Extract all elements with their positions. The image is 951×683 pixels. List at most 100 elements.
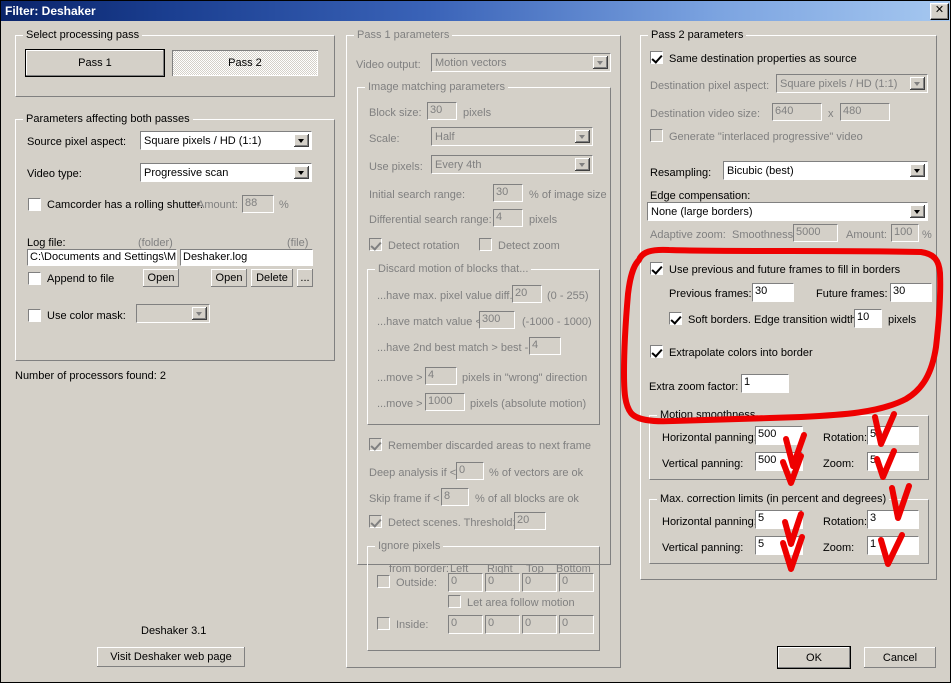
smoothness-input[interactable]: 5000 xyxy=(793,224,838,242)
adaptive-zoom-label: Adaptive zoom: xyxy=(650,229,726,241)
destination-width-input[interactable]: 640 xyxy=(772,103,822,121)
use-previous-future-frames-checkbox[interactable] xyxy=(650,262,663,275)
destination-pixel-aspect-combo[interactable]: Square pixels / HD (1:1) xyxy=(776,74,928,93)
rolling-shutter-amount-input[interactable]: 88 xyxy=(242,195,274,213)
soft-borders-checkbox[interactable] xyxy=(669,312,682,325)
previous-frames-input[interactable]: 30 xyxy=(752,283,794,302)
ignore-inside-bottom-input[interactable]: 0 xyxy=(559,615,594,634)
chevron-down-icon[interactable] xyxy=(910,205,925,218)
extra-zoom-factor-label: Extra zoom factor: xyxy=(649,381,739,393)
destination-height-input[interactable]: 480 xyxy=(840,103,890,121)
max-vertical-input[interactable]: 5 xyxy=(755,536,803,555)
max-pixel-diff-input[interactable]: 20 xyxy=(512,285,542,303)
ignore-outside-checkbox[interactable] xyxy=(377,575,390,588)
motion-horizontal-input[interactable]: 500 xyxy=(755,426,803,445)
future-frames-label: Future frames: xyxy=(816,288,888,300)
destination-pixel-aspect-value: Square pixels / HD (1:1) xyxy=(780,78,898,90)
motion-vertical-input[interactable]: 500 xyxy=(755,452,803,471)
same-destination-checkbox[interactable] xyxy=(650,51,663,64)
match-value-input[interactable]: 300 xyxy=(479,311,515,329)
soft-borders-width-input[interactable]: 10 xyxy=(854,309,882,328)
smoothness-label: Smoothness: xyxy=(732,229,797,241)
video-type-combo[interactable]: Progressive scan xyxy=(140,163,312,182)
detect-scenes-label: Detect scenes. Threshold: xyxy=(388,517,516,529)
chevron-down-icon[interactable] xyxy=(294,166,309,179)
same-destination-label: Same destination properties as source xyxy=(669,53,857,65)
visit-web-page-button[interactable]: Visit Deshaker web page xyxy=(96,646,246,668)
chevron-down-icon[interactable] xyxy=(192,307,207,320)
chevron-down-icon[interactable] xyxy=(294,134,309,147)
ignore-inside-checkbox[interactable] xyxy=(377,617,390,630)
chevron-down-icon[interactable] xyxy=(575,158,590,171)
ignore-outside-left-input[interactable]: 0 xyxy=(448,573,483,592)
pass-1-button[interactable]: Pass 1 xyxy=(25,49,165,77)
max-pixel-diff-range: (0 - 255) xyxy=(547,290,589,302)
future-frames-input[interactable]: 30 xyxy=(890,283,932,302)
color-mask-combo[interactable] xyxy=(136,304,210,323)
max-zoom-input[interactable]: 1 xyxy=(867,536,919,555)
max-rotation-input[interactable]: 3 xyxy=(867,510,919,529)
open-file-button[interactable]: Open xyxy=(210,268,248,288)
log-folder-input[interactable]: C:\Documents and Settings\M xyxy=(27,249,177,266)
use-color-mask-checkbox[interactable] xyxy=(28,309,41,322)
chevron-down-icon[interactable] xyxy=(910,77,925,90)
extrapolate-colors-checkbox[interactable] xyxy=(650,345,663,358)
ignore-outside-bottom-input[interactable]: 0 xyxy=(559,573,594,592)
pass-2-button[interactable]: Pass 2 xyxy=(171,49,319,77)
deep-analysis-input[interactable]: 0 xyxy=(456,462,484,480)
delete-file-button[interactable]: Delete xyxy=(250,268,294,288)
move-absolute-input[interactable]: 1000 xyxy=(425,393,465,411)
source-pixel-aspect-combo[interactable]: Square pixels / HD (1:1) xyxy=(140,131,312,150)
max-horizontal-input[interactable]: 5 xyxy=(755,510,803,529)
motion-zoom-input[interactable]: 5 xyxy=(867,452,919,471)
rolling-shutter-checkbox[interactable] xyxy=(28,198,41,211)
use-pixels-combo[interactable]: Every 4th xyxy=(431,155,593,174)
detect-scenes-checkbox[interactable] xyxy=(369,515,382,528)
scale-combo[interactable]: Half xyxy=(431,127,593,146)
scale-value: Half xyxy=(435,131,455,143)
detect-rotation-checkbox[interactable] xyxy=(369,238,382,251)
ignore-outside-top-input[interactable]: 0 xyxy=(522,573,557,592)
browse-file-button[interactable]: ... xyxy=(296,268,314,288)
edge-compensation-combo[interactable]: None (large borders) xyxy=(647,202,928,221)
open-folder-button[interactable]: Open xyxy=(142,268,180,288)
interlaced-progressive-checkbox[interactable] xyxy=(650,129,663,142)
move-wrong-input[interactable]: 4 xyxy=(425,367,457,385)
ignore-inside-top-input[interactable]: 0 xyxy=(522,615,557,634)
skip-frame-input[interactable]: 8 xyxy=(441,488,469,506)
ignore-outside-right-input[interactable]: 0 xyxy=(485,573,520,592)
pass2-legend: Pass 2 parameters xyxy=(648,30,747,41)
second-best-match-input[interactable]: 4 xyxy=(529,337,561,355)
differential-search-range-input[interactable]: 4 xyxy=(493,209,523,227)
detect-zoom-checkbox[interactable] xyxy=(479,238,492,251)
ignore-inside-left-input[interactable]: 0 xyxy=(448,615,483,634)
remember-discarded-checkbox[interactable] xyxy=(369,438,382,451)
source-pixel-aspect-label: Source pixel aspect: xyxy=(27,136,127,148)
processors-found-text: Number of processors found: 2 xyxy=(15,370,167,382)
close-icon[interactable]: ✕ xyxy=(930,3,949,20)
let-area-follow-motion-checkbox[interactable] xyxy=(448,595,461,608)
detect-scenes-threshold-input[interactable]: 20 xyxy=(514,512,546,530)
ok-button[interactable]: OK xyxy=(777,646,851,669)
block-size-input[interactable]: 30 xyxy=(427,102,457,120)
resampling-combo[interactable]: Bicubic (best) xyxy=(723,161,928,180)
motion-vertical-label: Vertical panning: xyxy=(662,458,744,470)
adaptive-zoom-amount-input[interactable]: 100 xyxy=(891,224,919,242)
move-wrong-label: ...move > xyxy=(377,372,423,384)
ignore-inside-right-input[interactable]: 0 xyxy=(485,615,520,634)
log-file-input[interactable]: Deshaker.log xyxy=(180,249,313,266)
use-color-mask-label: Use color mask: xyxy=(47,310,126,322)
detect-zoom-label: Detect zoom xyxy=(498,240,560,252)
source-pixel-aspect-value: Square pixels / HD (1:1) xyxy=(144,135,262,147)
initial-search-range-input[interactable]: 30 xyxy=(493,184,523,202)
extra-zoom-factor-input[interactable]: 1 xyxy=(741,374,789,393)
chevron-down-icon[interactable] xyxy=(910,164,925,177)
append-to-file-label: Append to file xyxy=(47,273,115,285)
chevron-down-icon[interactable] xyxy=(575,130,590,143)
append-to-file-checkbox[interactable] xyxy=(28,272,41,285)
chevron-down-icon[interactable] xyxy=(593,56,608,69)
select-processing-pass-legend: Select processing pass xyxy=(23,30,143,41)
cancel-button[interactable]: Cancel xyxy=(863,646,937,669)
video-output-combo[interactable]: Motion vectors xyxy=(431,53,611,72)
motion-rotation-input[interactable]: 50 xyxy=(867,426,919,445)
